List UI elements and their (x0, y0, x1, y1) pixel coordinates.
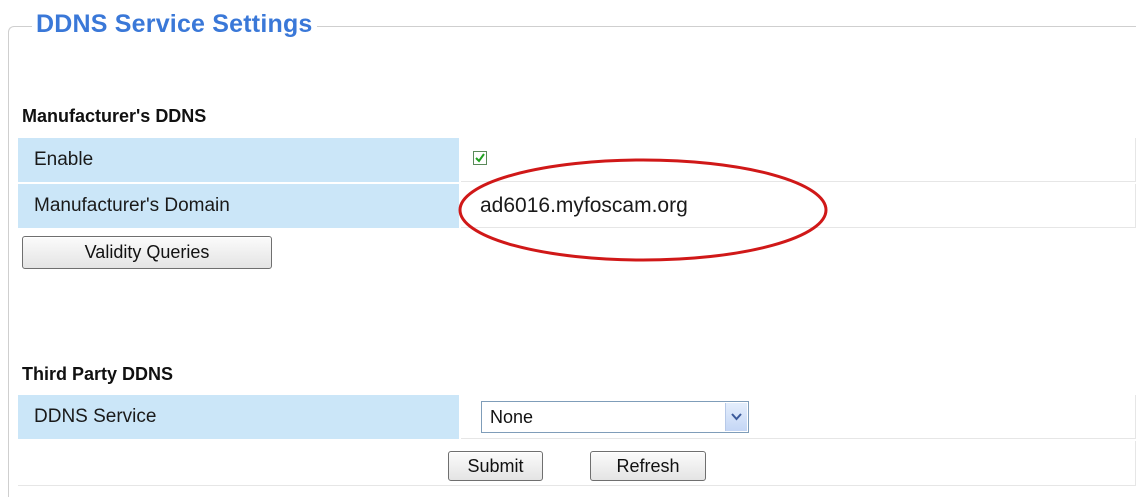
domain-label: Manufacturer's Domain (18, 184, 459, 228)
checkmark-icon (475, 153, 485, 163)
third-party-ddns-title: Third Party DDNS (22, 364, 174, 384)
ddns-service-label: DDNS Service (18, 395, 459, 439)
enable-label: Enable (18, 138, 459, 182)
manufacturer-ddns-title: Manufacturer's DDNS (22, 106, 207, 126)
ddns-service-selected: None (490, 407, 534, 427)
fieldset-legend: DDNS Service Settings (32, 10, 317, 39)
enable-value-cell (461, 138, 1136, 182)
refresh-button[interactable]: Refresh (590, 451, 706, 481)
chevron-down-icon[interactable] (725, 403, 747, 431)
enable-row: Enable (18, 138, 1136, 182)
validity-queries-button[interactable]: Validity Queries (22, 236, 272, 269)
actions-row (18, 441, 1136, 486)
enable-checkbox[interactable] (473, 151, 487, 165)
domain-value: ad6016.myfoscam.org (480, 194, 688, 217)
ddns-service-select[interactable]: None (481, 401, 749, 433)
actions-cell (18, 441, 1136, 486)
submit-button[interactable]: Submit (448, 451, 543, 481)
